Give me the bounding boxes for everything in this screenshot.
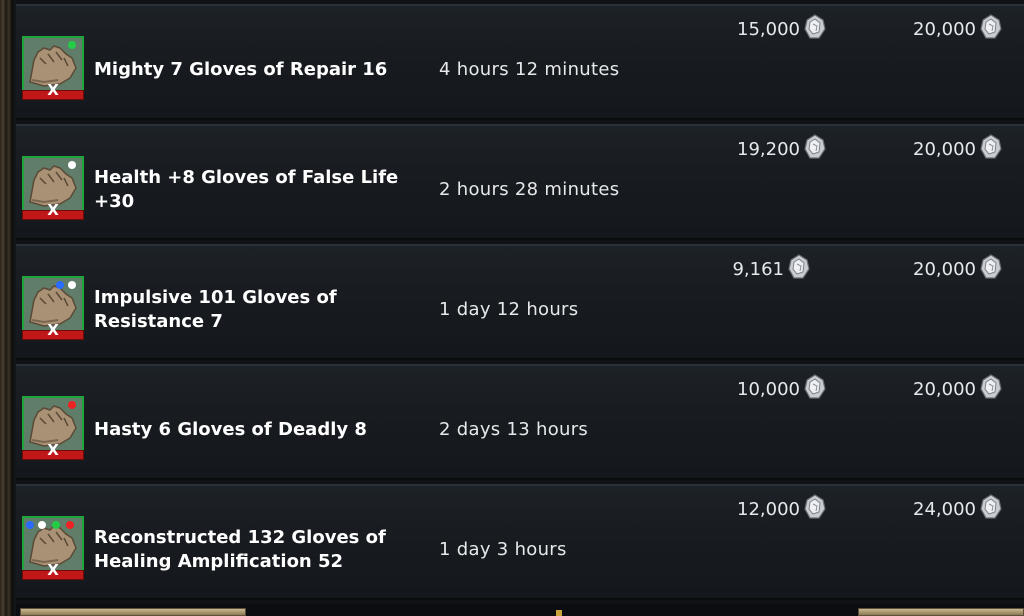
item-name[interactable]: Impulsive 101 Gloves of Resistance 7 [94,286,414,334]
platinum-coin-icon [804,14,826,39]
buyout-price: 20,000 [913,379,976,400]
item-name[interactable]: Health +8 Gloves of False Life +30 [94,166,414,214]
bid-price: 15,000 [737,19,800,40]
platinum-coin-icon [980,374,1002,399]
item-name[interactable]: Reconstructed 132 Gloves of Healing Ampl… [94,526,414,574]
time-left: 2 hours 28 minutes [439,179,620,200]
remove-listing-button[interactable]: X [22,561,84,579]
gem-slot-dot [68,161,76,169]
gem-slot-dot [68,281,76,289]
listing-row[interactable]: X Health +8 Gloves of False Life +30 2 h… [16,124,1024,240]
platinum-coin-icon [980,254,1002,279]
gem-slot-dot [26,521,34,529]
listing-row[interactable]: X Reconstructed 132 Gloves of Healing Am… [16,484,1024,600]
buyout-price: 24,000 [913,499,976,520]
item-icon[interactable]: X [22,516,84,582]
auction-listings: X Mighty 7 Gloves of Repair 16 4 hours 1… [16,0,1024,604]
buyout-price: 20,000 [913,259,976,280]
bid-price: 9,161 [732,259,784,280]
buyout-price: 20,000 [913,139,976,160]
bid-price: 10,000 [737,379,800,400]
bottom-toolbar [16,604,1024,616]
listing-row[interactable]: X Hasty 6 Gloves of Deadly 8 2 days 13 h… [16,364,1024,480]
remove-listing-button[interactable]: X [22,441,84,459]
item-name[interactable]: Mighty 7 Gloves of Repair 16 [94,58,414,82]
item-icon[interactable]: X [22,36,84,102]
listing-row[interactable]: X Impulsive 101 Gloves of Resistance 7 1… [16,244,1024,360]
platinum-coin-icon [804,134,826,159]
platinum-coin-icon [980,134,1002,159]
platinum-coin-icon [980,494,1002,519]
remove-listing-button[interactable]: X [22,201,84,219]
gem-slot-dot [68,401,76,409]
platinum-coin-icon [804,374,826,399]
time-left: 1 day 12 hours [439,299,579,320]
toolbar-button-right[interactable] [858,608,1024,616]
platinum-coin-icon [980,14,1002,39]
item-icon[interactable]: X [22,276,84,342]
remove-listing-button[interactable]: X [22,321,84,339]
gem-slot-dot [38,521,46,529]
item-icon[interactable]: X [22,156,84,222]
time-left: 4 hours 12 minutes [439,59,620,80]
gem-slot-dot [52,521,60,529]
buyout-price: 20,000 [913,19,976,40]
bid-price: 12,000 [737,499,800,520]
platinum-coin-icon [788,254,810,279]
listing-row[interactable]: X Mighty 7 Gloves of Repair 16 4 hours 1… [16,4,1024,120]
toolbar-marker [556,610,562,616]
time-left: 1 day 3 hours [439,539,567,560]
time-left: 2 days 13 hours [439,419,589,440]
gem-slot-dot [56,281,64,289]
platinum-coin-icon [804,494,826,519]
gem-slot-dot [66,521,74,529]
window-frame-left [0,0,16,616]
toolbar-button-left[interactable] [20,608,246,616]
item-name[interactable]: Hasty 6 Gloves of Deadly 8 [94,418,414,442]
item-icon[interactable]: X [22,396,84,462]
bid-price: 19,200 [737,139,800,160]
gem-slot-dot [68,41,76,49]
remove-listing-button[interactable]: X [22,81,84,99]
